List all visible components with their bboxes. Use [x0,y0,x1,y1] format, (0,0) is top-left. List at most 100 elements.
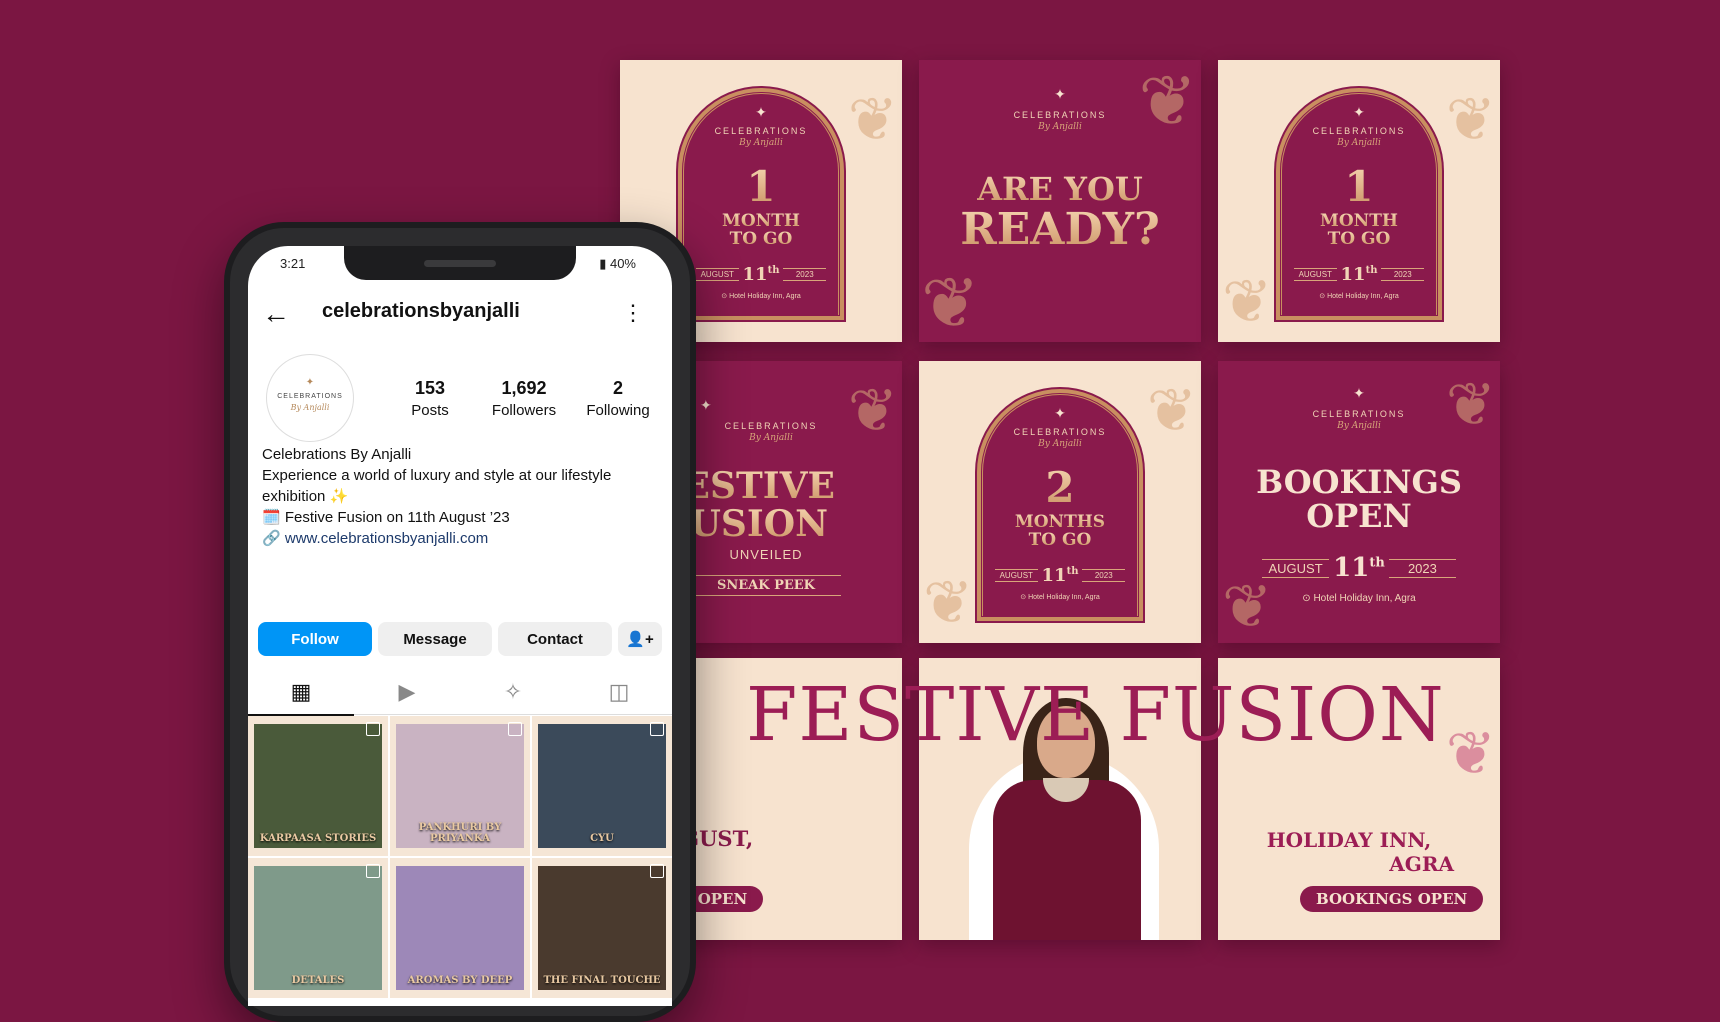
floral-icon: ❦ [1445,720,1496,787]
event-date: AUGUST 11th 2023 [1294,264,1425,285]
profile-header: ← celebrationsbyanjalli ⋮ [248,296,672,332]
brand-name: CELEBRATIONS [714,126,808,136]
brand-script: By Anjalli [1038,439,1082,449]
more-options-icon[interactable]: ⋮ [622,300,644,326]
link-icon: 🔗 [262,530,281,547]
countdown-unit: MONTH [678,212,844,230]
reels-icon[interactable]: ▶ [354,670,460,714]
location-pin-icon: ⊙ [1020,594,1027,601]
post-two-months: ❦ ❦ ✦ CELEBRATIONS By Anjalli 2 MONTHS T… [919,361,1201,643]
multi-post-icon [366,864,380,878]
sparkle-icon: ✦ [1054,405,1066,421]
countdown-unit: TO GO [977,531,1143,549]
countdown-unit: MONTHS [977,513,1143,531]
sparkle-icon: ✦ [755,104,767,120]
brand-name: CELEBRATIONS [1013,427,1107,437]
bookings-open-pill: BOOKINGS OPEN [1300,886,1484,912]
message-button[interactable]: Message [378,622,492,656]
sparkle-icon: ✦ [1353,385,1365,401]
profile-bio: Celebrations By Anjalli Experience a wor… [262,444,658,549]
stat-followers[interactable]: 1,692 Followers [474,378,574,419]
post-are-you-ready: ❦ ❦ ✦ CELEBRATIONS By Anjalli ARE YOU RE… [919,60,1201,342]
brand-name: CELEBRATIONS [1312,126,1406,136]
profile-tabs: ▦ ▶ ✧ ◫ [248,670,672,716]
countdown-unit: TO GO [678,230,844,248]
bookings-headline: BOOKINGS [1256,463,1462,501]
stat-following[interactable]: 2 Following [568,378,668,419]
sparkle-icon: ✦ [1054,86,1066,102]
grid-post[interactable]: PANKHURI BY PRIYANKA [390,716,530,856]
contact-button[interactable]: Contact [498,622,612,656]
post-one-month-2: ❦ ❦ ✦ CELEBRATIONS By Anjalli 1 MONTH TO… [1218,60,1500,342]
location-pin-icon: ⊙ [721,293,728,300]
floral-icon: ❦ [923,569,974,636]
model-dress [993,780,1141,940]
banner-venue: HOLIDAY INN, [1266,828,1432,852]
ready-headline: READY? [919,204,1201,255]
multi-post-icon [650,722,664,736]
status-time: 3:21 [280,256,306,271]
grid-post[interactable]: CYU [532,716,672,856]
event-date: AUGUST 11th 2023 [1262,553,1456,583]
grid-post[interactable]: THE FINAL TOUCHE [532,858,672,998]
follow-button[interactable]: Follow [258,622,372,656]
avatar[interactable]: ✦ CELEBRATIONS By Anjalli [266,354,354,442]
countdown-unit: MONTH [1276,212,1442,230]
banner-title: FESTIVE FUSION [746,672,1445,758]
brand-name: CELEBRATIONS [1312,409,1406,419]
venue: ⊙ Hotel Holiday Inn, Agra [721,293,801,300]
status-battery: ▮ 40% [599,256,636,271]
grid-post[interactable]: DETALES [248,858,388,998]
phone-mockup: 3:21 ▮ 40% ← celebrationsbyanjalli ⋮ ✦ C… [224,222,696,1022]
venue: ⊙ Hotel Holiday Inn, Agra [1302,593,1416,604]
location-pin-icon: ⊙ [1319,293,1326,300]
instagram-profile-screen: 3:21 ▮ 40% ← celebrationsbyanjalli ⋮ ✦ C… [248,246,672,1006]
location-pin-icon: ⊙ [1302,593,1311,604]
banner-venue: AGRA [1389,852,1454,876]
brand-script: By Anjalli [1038,122,1082,132]
multi-post-icon [366,722,380,736]
grid-post[interactable]: KARPAASA STORIES [248,716,388,856]
sparkle-icon: ✦ [305,377,315,388]
back-arrow-icon[interactable]: ← [262,298,290,330]
post-bookings-open: ❦ ❦ ✦ CELEBRATIONS By Anjalli BOOKINGS O… [1218,361,1500,643]
profile-handle: celebrationsbyanjalli [322,300,520,322]
floral-icon: ❦ [847,377,898,444]
floral-icon: ❦ [1146,377,1197,444]
floral-icon: ❦ [1222,573,1273,640]
countdown-unit: TO GO [1276,230,1442,248]
countdown-number: 2 [977,463,1143,512]
countdown-number: 1 [678,162,844,211]
arch-frame: ✦ CELEBRATIONS By Anjalli 1 MONTH TO GO … [1276,88,1442,320]
venue: ⊙ Hotel Holiday Inn, Agra [1319,293,1399,300]
floral-icon: ❦ [1445,86,1496,153]
sparkles-icon[interactable]: ✧ [460,670,566,714]
signal-icon: ▮ [599,256,607,271]
phone-notch [344,246,576,280]
brand-script: By Anjalli [1337,421,1381,431]
sparkle-icon: ✦ [1353,104,1365,120]
event-date: AUGUST 11th 2023 [696,264,827,285]
grid-post[interactable]: AROMAS BY DEEP [390,858,530,998]
multi-post-icon [508,722,522,736]
venue: ⊙ Hotel Holiday Inn, Agra [1020,594,1100,601]
stat-posts[interactable]: 153 Posts [380,378,480,419]
ready-headline: ARE YOU [919,170,1201,208]
sparkle-icon: ✦ [700,397,712,413]
brand-name: CELEBRATIONS [1013,110,1107,120]
floral-icon: ❦ [921,264,980,342]
grid-icon[interactable]: ▦ [248,670,354,716]
add-user-icon[interactable]: 👤+ [618,622,662,656]
event-date: AUGUST 11th 2023 [995,565,1126,586]
profile-link[interactable]: 🔗 www.celebrationsbyanjalli.com [262,528,658,549]
arch-frame: ✦ CELEBRATIONS By Anjalli 1 MONTH TO GO … [678,88,844,320]
sneak-peek-label: SNEAK PEEK [691,575,841,596]
brand-script: By Anjalli [1337,138,1381,148]
bookings-headline: OPEN [1306,497,1412,535]
profile-name: Celebrations By Anjalli [262,446,412,463]
brand-script: By Anjalli [739,138,783,148]
floral-icon: ❦ [847,86,898,153]
tagged-icon[interactable]: ◫ [566,670,672,714]
arch-frame: ✦ CELEBRATIONS By Anjalli 2 MONTHS TO GO… [977,389,1143,621]
countdown-number: 1 [1276,162,1442,211]
